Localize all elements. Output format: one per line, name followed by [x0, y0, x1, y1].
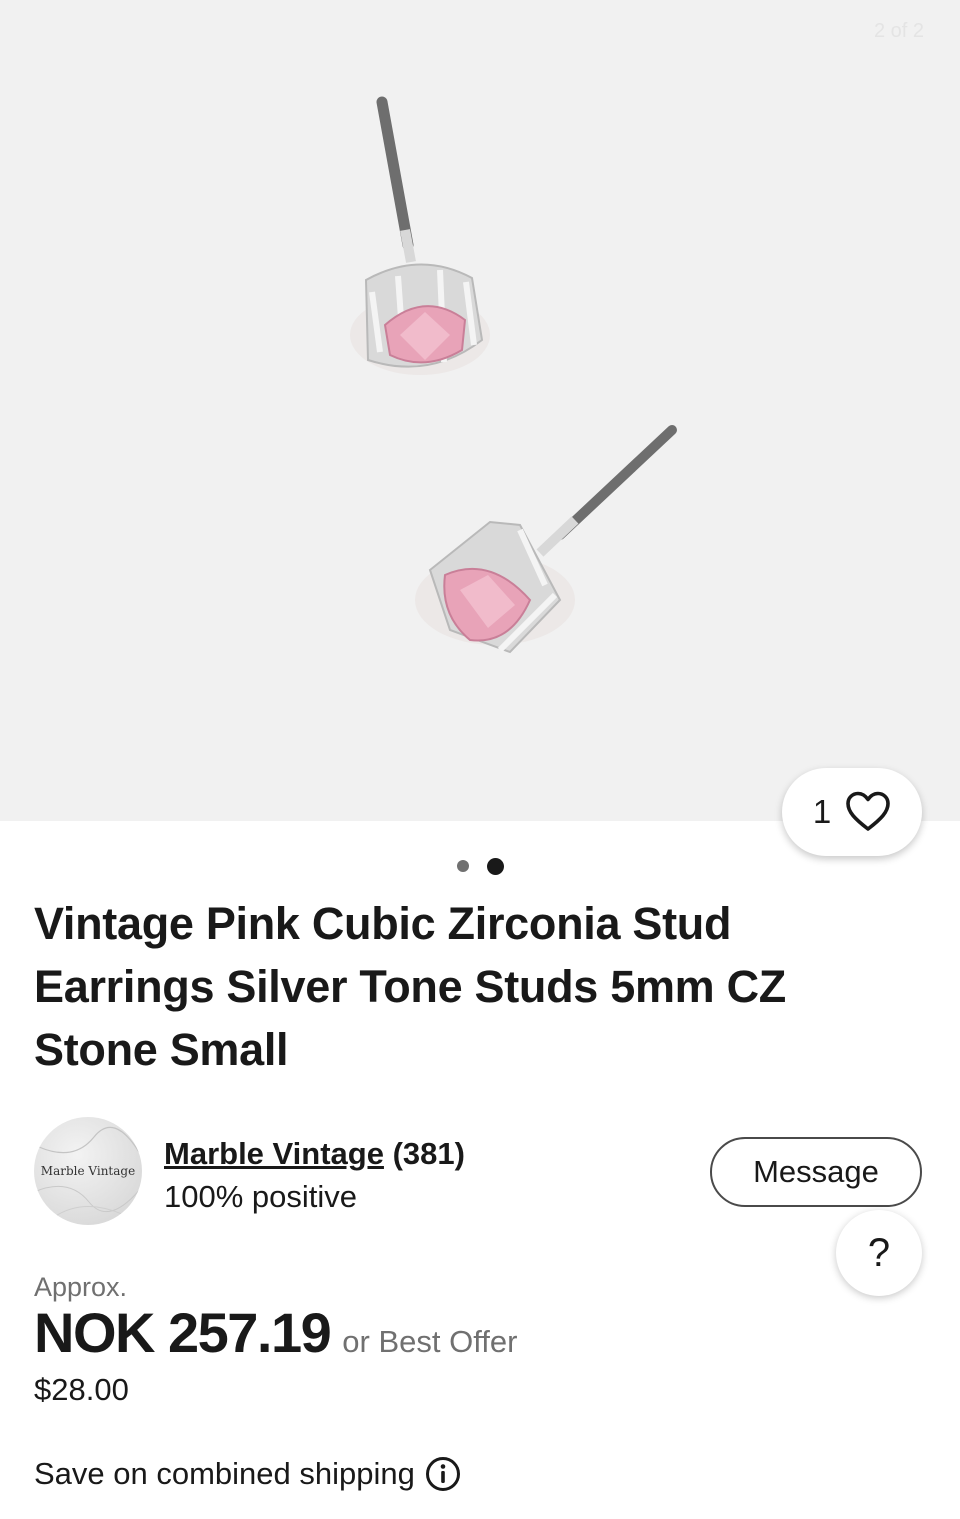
seller-info: Marble Vintage (381) 100% positive: [164, 1134, 465, 1220]
carousel-dot[interactable]: [456, 860, 469, 872]
listing-title: Vintage Pink Cubic Zirconia Stud Earring…: [34, 898, 786, 1075]
message-button[interactable]: Message: [710, 1137, 922, 1207]
approx-label: Approx.: [34, 1272, 128, 1302]
watch-button[interactable]: 1: [782, 768, 922, 856]
seller-avatar[interactable]: Marble Vintage: [34, 1117, 142, 1225]
seller-feedback-count: (381): [392, 1136, 465, 1171]
price-amount: NOK 257.19: [34, 1301, 332, 1364]
watch-count: 1: [812, 793, 832, 830]
heart-icon: [846, 791, 890, 831]
best-offer-label: or Best Offer: [342, 1324, 518, 1359]
image-counter: 2 of 2: [873, 20, 924, 42]
avatar-label: Marble Vintage: [40, 1164, 136, 1178]
carousel-dot-active[interactable]: [486, 857, 504, 875]
product-photo: [350, 96, 677, 654]
combined-shipping-label: Save on combined shipping: [34, 1456, 415, 1491]
carousel-indicator: [0, 857, 960, 875]
seller-feedback-percent: 100% positive: [164, 1179, 358, 1214]
seller-name-link[interactable]: Marble Vintage: [164, 1136, 384, 1171]
help-button[interactable]: ?: [836, 1210, 922, 1296]
earring-lower: [415, 425, 677, 654]
info-icon[interactable]: [425, 1456, 461, 1492]
combined-shipping[interactable]: Save on combined shipping: [34, 1456, 461, 1492]
earring-upper: [350, 96, 490, 375]
original-price: $28.00: [34, 1372, 129, 1407]
price-row: NOK 257.19 or Best Offer: [34, 1300, 517, 1365]
product-image-gallery[interactable]: 2 of 2: [0, 0, 960, 821]
